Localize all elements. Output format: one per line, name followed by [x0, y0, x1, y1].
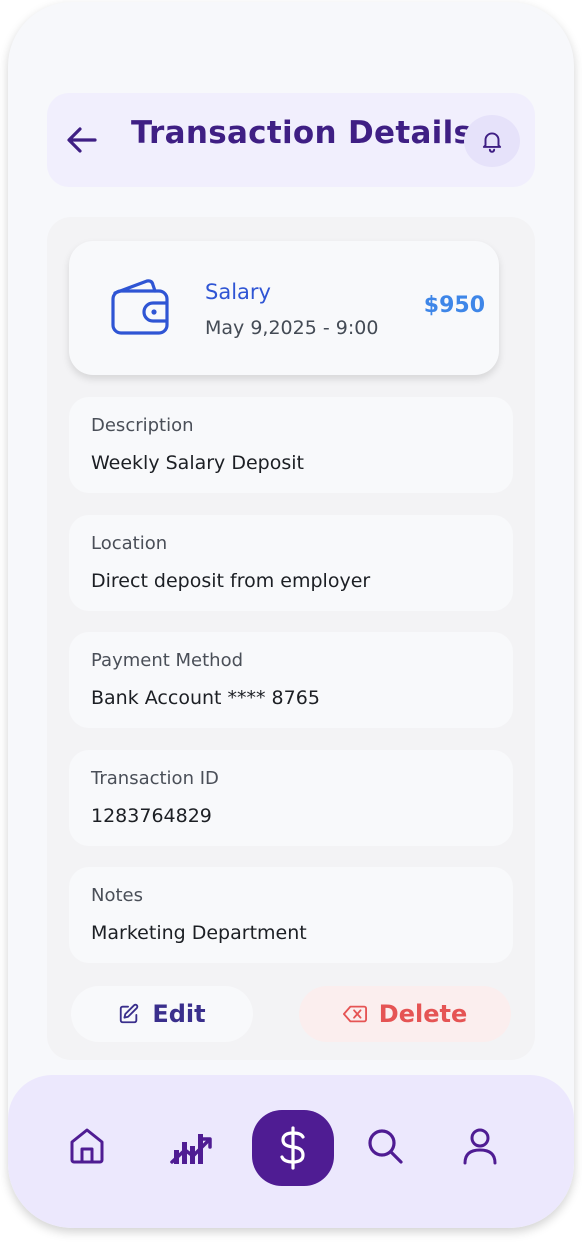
field-label: Description: [91, 415, 194, 436]
page-title: Transaction Details: [131, 115, 473, 151]
field-label: Notes: [91, 885, 143, 906]
field-value: Weekly Salary Deposit: [91, 452, 304, 474]
field-label: Payment Method: [91, 650, 244, 671]
nav-search[interactable]: [362, 1123, 408, 1169]
nav-home[interactable]: [64, 1123, 110, 1169]
notes-field: Notes Marketing Department: [69, 867, 513, 963]
location-field: Location Direct deposit from employer: [69, 515, 513, 611]
edit-button[interactable]: Edit: [71, 986, 253, 1042]
field-label: Transaction ID: [91, 768, 219, 789]
user-icon: [463, 1128, 497, 1165]
transaction-panel: Salary May 9,2025 - 9:00 $950 Descriptio…: [47, 217, 535, 1060]
description-field: Description Weekly Salary Deposit: [69, 397, 513, 493]
field-value: Bank Account **** 8765: [91, 687, 320, 709]
dollar-icon: [280, 1126, 305, 1170]
arrow-left-icon: [67, 127, 97, 153]
field-label: Location: [91, 533, 168, 554]
back-button[interactable]: [65, 123, 99, 157]
home-icon: [70, 1128, 104, 1164]
backspace-icon: [342, 1005, 367, 1023]
field-value: 1283764829: [91, 805, 212, 827]
edit-icon: [120, 1003, 139, 1024]
edit-label: Edit: [152, 1000, 206, 1028]
search-icon: [368, 1129, 403, 1164]
nav-transactions[interactable]: [252, 1110, 334, 1186]
transaction-amount: $950: [423, 293, 485, 318]
chart-icon: [170, 1134, 212, 1164]
transaction-summary-card: Salary May 9,2025 - 9:00 $950: [69, 241, 499, 375]
transaction-category: Salary: [205, 280, 271, 304]
bell-icon: [482, 132, 502, 153]
field-value: Marketing Department: [91, 922, 307, 944]
payment-method-field: Payment Method Bank Account **** 8765: [69, 632, 513, 728]
delete-label: Delete: [378, 1000, 468, 1028]
phone-frame: Transaction Details Salary May 9,2025 - …: [8, 2, 574, 1228]
bottom-nav: [8, 1075, 574, 1228]
notifications-button[interactable]: [464, 115, 520, 167]
delete-button[interactable]: Delete: [299, 986, 511, 1042]
nav-stats[interactable]: [168, 1123, 214, 1169]
transaction-id-field: Transaction ID 1283764829: [69, 750, 513, 846]
transaction-datetime: May 9,2025 - 9:00: [205, 317, 379, 339]
app-header: Transaction Details: [47, 93, 535, 187]
wallet-icon: [107, 275, 173, 341]
nav-profile[interactable]: [457, 1123, 503, 1169]
field-value: Direct deposit from employer: [91, 570, 371, 592]
